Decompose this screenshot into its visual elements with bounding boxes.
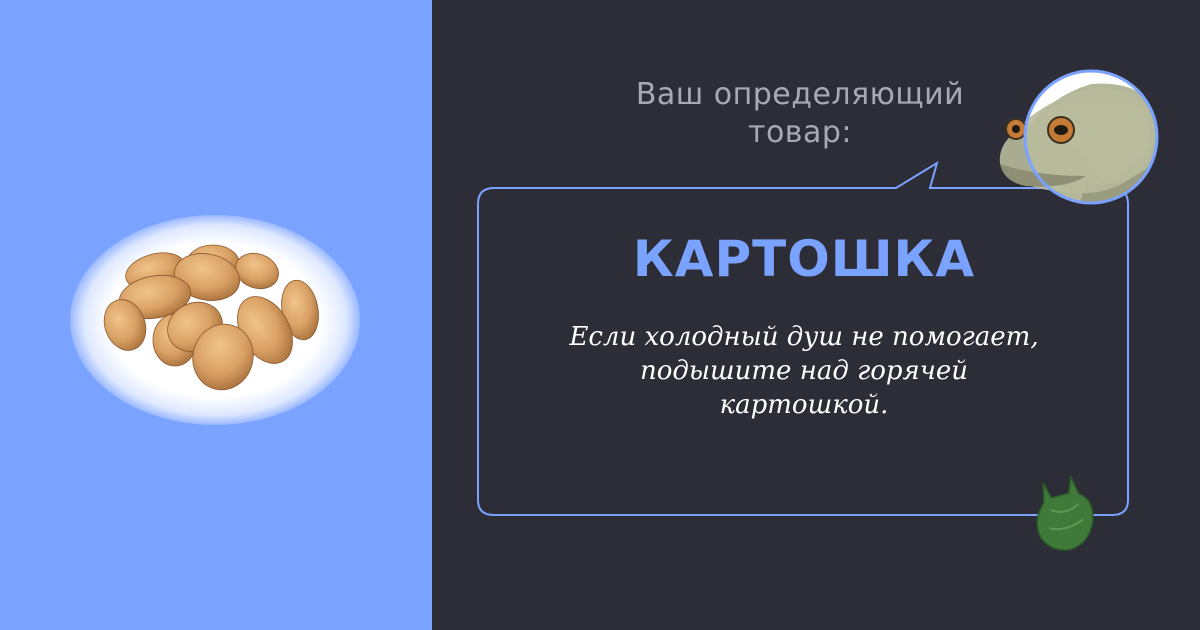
toad-avatar (999, 69, 1159, 205)
product-name: КАРТОШКА (632, 230, 976, 288)
green-plastic-bag-icon (1036, 476, 1094, 551)
tip-text: Если холодный душ не помогает, подышите … (569, 322, 1039, 420)
